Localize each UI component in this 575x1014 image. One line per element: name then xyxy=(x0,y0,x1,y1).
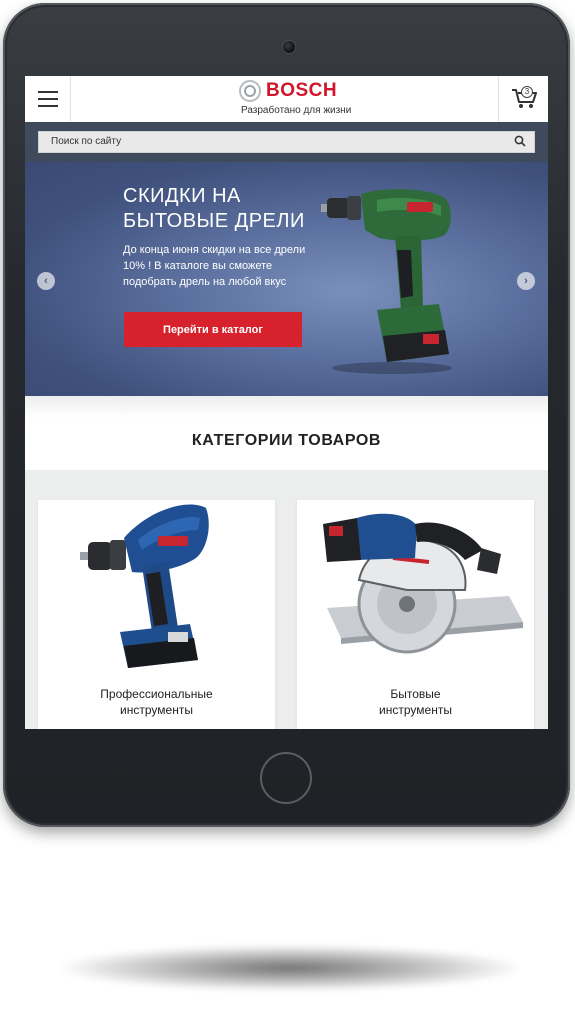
banner-title: СКИДКИ НА БЫТОВЫЕ ДРЕЛИ xyxy=(123,184,343,234)
search-icon[interactable] xyxy=(514,135,526,147)
blue-drill-image xyxy=(80,504,209,668)
categories-title: КАТЕГОРИИ ТОВАРОВ xyxy=(191,432,382,449)
promo-banner: СКИДКИ НА БЫТОВЫЕ ДРЕЛИ До конца июня ск… xyxy=(25,162,548,396)
banner-title-line: БЫТОВЫЕ ДРЕЛИ xyxy=(123,210,305,232)
menu-icon xyxy=(38,98,58,100)
go-to-catalog-button[interactable]: Перейти в каталог xyxy=(124,312,302,347)
category-label-line: инструменты xyxy=(379,703,452,717)
brand-name: BOSCH xyxy=(266,80,338,101)
category-label: Бытовые инструменты xyxy=(297,686,534,718)
device-screen: BOSCH Разработано для жизни 3 Поиск по с… xyxy=(25,76,548,729)
arrow-left-icon[interactable]: ‹ xyxy=(37,272,55,290)
category-card-household[interactable]: Бытовые инструменты xyxy=(297,500,534,729)
menu-icon xyxy=(38,105,58,107)
search-input[interactable]: Поиск по сайту xyxy=(38,131,535,153)
category-card-professional[interactable]: Профессиональные инструменты xyxy=(38,500,275,729)
circular-saw-image xyxy=(323,513,523,654)
bosch-logo[interactable]: BOSCH Разработано для жизни xyxy=(239,80,352,118)
banner-text: До конца июня скидки на все дрели 10% ! … xyxy=(123,244,306,288)
cart-button[interactable]: 3 xyxy=(498,76,548,122)
green-drill-image xyxy=(321,189,452,374)
camera-icon xyxy=(283,41,295,53)
menu-icon xyxy=(38,91,58,93)
menu-button[interactable] xyxy=(25,76,71,122)
search-bar: Поиск по сайту xyxy=(25,122,548,162)
cart-count-badge: 3 xyxy=(521,86,533,98)
category-label-line: Профессиональные xyxy=(100,687,213,701)
banner-title-line: СКИДКИ НА xyxy=(123,185,241,207)
device-floor-shadow xyxy=(60,945,520,991)
category-label-line: Бытовые xyxy=(390,687,441,701)
brand-tagline: Разработано для жизни xyxy=(241,105,352,116)
home-button[interactable] xyxy=(260,752,312,804)
site-header: BOSCH Разработано для жизни 3 xyxy=(25,76,548,122)
category-label: Профессиональные инструменты xyxy=(38,686,275,718)
mockup-stage: BOSCH Разработано для жизни 3 Поиск по с… xyxy=(0,0,575,1014)
category-label-line: инструменты xyxy=(120,703,193,717)
bosch-logo-icon xyxy=(239,80,261,102)
arrow-right-icon[interactable]: › xyxy=(517,272,535,290)
